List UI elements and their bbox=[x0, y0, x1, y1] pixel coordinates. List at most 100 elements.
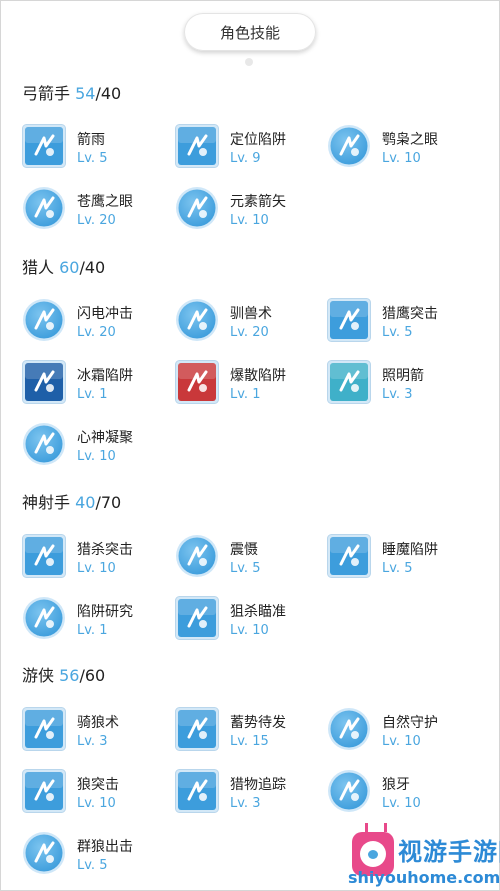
section-points-current: 40 bbox=[75, 493, 96, 512]
site-watermark: 视游手游网 shiyouhome.com bbox=[344, 820, 500, 891]
skill-card[interactable]: 震慑 Lv. 5 bbox=[175, 534, 325, 582]
skill-level: Lv. 10 bbox=[230, 623, 269, 638]
skill-card[interactable]: 狼突击 Lv. 10 bbox=[22, 769, 172, 817]
skill-level: Lv. 3 bbox=[382, 387, 413, 402]
skill-name: 鹗枭之眼 bbox=[382, 132, 438, 148]
element-arrow-icon bbox=[175, 186, 219, 230]
page-title-text: 角色技能 bbox=[219, 23, 280, 42]
skill-level: Lv. 5 bbox=[230, 561, 261, 576]
skill-level: Lv. 1 bbox=[77, 387, 108, 402]
skill-level: Lv. 10 bbox=[382, 734, 421, 749]
skill-level: Lv. 10 bbox=[77, 561, 116, 576]
skill-level: Lv. 5 bbox=[382, 561, 413, 576]
skill-level: Lv. 1 bbox=[230, 387, 261, 402]
prey-tracking-icon bbox=[175, 769, 219, 813]
section-points-current: 60 bbox=[59, 258, 80, 277]
section-points-current: 54 bbox=[75, 84, 96, 103]
wolf-pack-icon bbox=[22, 831, 66, 875]
skill-name: 猎杀突击 bbox=[77, 542, 133, 558]
skill-card[interactable]: 闪电冲击 Lv. 20 bbox=[22, 298, 172, 346]
hunt-assault-icon bbox=[22, 534, 66, 578]
section-header-marksman: 神射手 40/70 bbox=[22, 489, 121, 513]
skill-level: Lv. 3 bbox=[230, 796, 261, 811]
section-header-ranger: 游侠 56/60 bbox=[22, 662, 105, 686]
skill-card[interactable]: 冰霜陷阱 Lv. 1 bbox=[22, 360, 172, 408]
trap-research-icon bbox=[22, 596, 66, 640]
skill-level: Lv. 10 bbox=[382, 151, 421, 166]
skill-name: 照明箭 bbox=[382, 368, 424, 384]
skill-card[interactable]: 苍鹰之眼 Lv. 20 bbox=[22, 186, 172, 234]
skill-card[interactable]: 猎杀突击 Lv. 10 bbox=[22, 534, 172, 582]
skill-level: Lv. 5 bbox=[77, 858, 108, 873]
skill-card[interactable]: 狙杀瞄准 Lv. 10 bbox=[175, 596, 325, 644]
skill-name: 狼牙 bbox=[382, 777, 410, 793]
skill-name: 闪电冲击 bbox=[77, 306, 133, 322]
skill-name: 元素箭矢 bbox=[230, 194, 286, 210]
skill-name: 群狼出击 bbox=[77, 839, 133, 855]
skill-card[interactable]: 爆散陷阱 Lv. 1 bbox=[175, 360, 325, 408]
skill-card[interactable]: 蓄势待发 Lv. 15 bbox=[175, 707, 325, 755]
section-name: 弓箭手 bbox=[22, 84, 71, 103]
lightning-strike-icon bbox=[22, 298, 66, 342]
skill-name: 狼突击 bbox=[77, 777, 119, 793]
skill-level: Lv. 10 bbox=[77, 796, 116, 811]
page-title: 角色技能 bbox=[184, 13, 316, 51]
section-header-archer: 弓箭手 54/40 bbox=[22, 80, 121, 104]
skill-name: 驯兽术 bbox=[230, 306, 272, 322]
skill-level: Lv. 1 bbox=[77, 623, 108, 638]
section-name: 游侠 bbox=[22, 666, 55, 685]
skill-name: 猎鹰突击 bbox=[382, 306, 438, 322]
skill-card[interactable]: 骑狼术 Lv. 3 bbox=[22, 707, 172, 755]
skill-level: Lv. 15 bbox=[230, 734, 269, 749]
skill-name: 心神凝聚 bbox=[77, 430, 133, 446]
skill-card[interactable]: 群狼出击 Lv. 5 bbox=[22, 831, 172, 879]
skill-card[interactable]: 猎物追踪 Lv. 3 bbox=[175, 769, 325, 817]
section-points-current: 56 bbox=[59, 666, 80, 685]
wolf-fang-icon bbox=[327, 769, 371, 813]
sleep-trap-icon bbox=[327, 534, 371, 578]
section-points-max: /40 bbox=[95, 84, 122, 103]
skill-name: 冰霜陷阱 bbox=[77, 368, 133, 384]
section-points-max: /60 bbox=[79, 666, 106, 685]
skill-card[interactable]: 睡魔陷阱 Lv. 5 bbox=[327, 534, 477, 582]
skill-level: Lv. 3 bbox=[77, 734, 108, 749]
skill-name: 苍鹰之眼 bbox=[77, 194, 133, 210]
intimidate-icon bbox=[175, 534, 219, 578]
section-points-max: /40 bbox=[79, 258, 106, 277]
skill-level: Lv. 10 bbox=[382, 796, 421, 811]
section-points-max: /70 bbox=[95, 493, 122, 512]
arrow-rain-icon bbox=[22, 124, 66, 168]
section-header-hunter: 猎人 60/40 bbox=[22, 254, 105, 278]
skill-level: Lv. 9 bbox=[230, 151, 261, 166]
skill-card[interactable]: 照明箭 Lv. 3 bbox=[327, 360, 477, 408]
flare-arrow-icon bbox=[327, 360, 371, 404]
wolf-assault-icon bbox=[22, 769, 66, 813]
skill-name: 睡魔陷阱 bbox=[382, 542, 438, 558]
skill-name: 猎物追踪 bbox=[230, 777, 286, 793]
frost-trap-icon bbox=[22, 360, 66, 404]
skill-name: 骑狼术 bbox=[77, 715, 119, 731]
skill-name: 自然守护 bbox=[382, 715, 438, 731]
skill-card[interactable]: 自然守护 Lv. 10 bbox=[327, 707, 477, 755]
skill-level: Lv. 20 bbox=[77, 325, 116, 340]
charge-up-icon bbox=[175, 707, 219, 751]
falcon-assault-icon bbox=[327, 298, 371, 342]
skill-card[interactable]: 箭雨 Lv. 5 bbox=[22, 124, 172, 172]
skill-card[interactable]: 狼牙 Lv. 10 bbox=[327, 769, 477, 817]
watermark-title: 视游手游网 bbox=[398, 838, 500, 866]
skill-level: Lv. 20 bbox=[77, 213, 116, 228]
skill-name: 震慑 bbox=[230, 542, 258, 558]
skill-level: Lv. 5 bbox=[382, 325, 413, 340]
skill-card[interactable]: 猎鹰突击 Lv. 5 bbox=[327, 298, 477, 346]
skill-name: 箭雨 bbox=[77, 132, 105, 148]
skill-card[interactable]: 元素箭矢 Lv. 10 bbox=[175, 186, 325, 234]
skill-card[interactable]: 陷阱研究 Lv. 1 bbox=[22, 596, 172, 644]
skill-card[interactable]: 鹗枭之眼 Lv. 10 bbox=[327, 124, 477, 172]
skill-card[interactable]: 驯兽术 Lv. 20 bbox=[175, 298, 325, 346]
hawk-eye-icon bbox=[22, 186, 66, 230]
nature-guard-icon bbox=[327, 707, 371, 751]
skill-name: 定位陷阱 bbox=[230, 132, 286, 148]
skill-level: Lv. 20 bbox=[230, 325, 269, 340]
skill-card[interactable]: 定位陷阱 Lv. 9 bbox=[175, 124, 325, 172]
skill-card[interactable]: 心神凝聚 Lv. 10 bbox=[22, 422, 172, 470]
